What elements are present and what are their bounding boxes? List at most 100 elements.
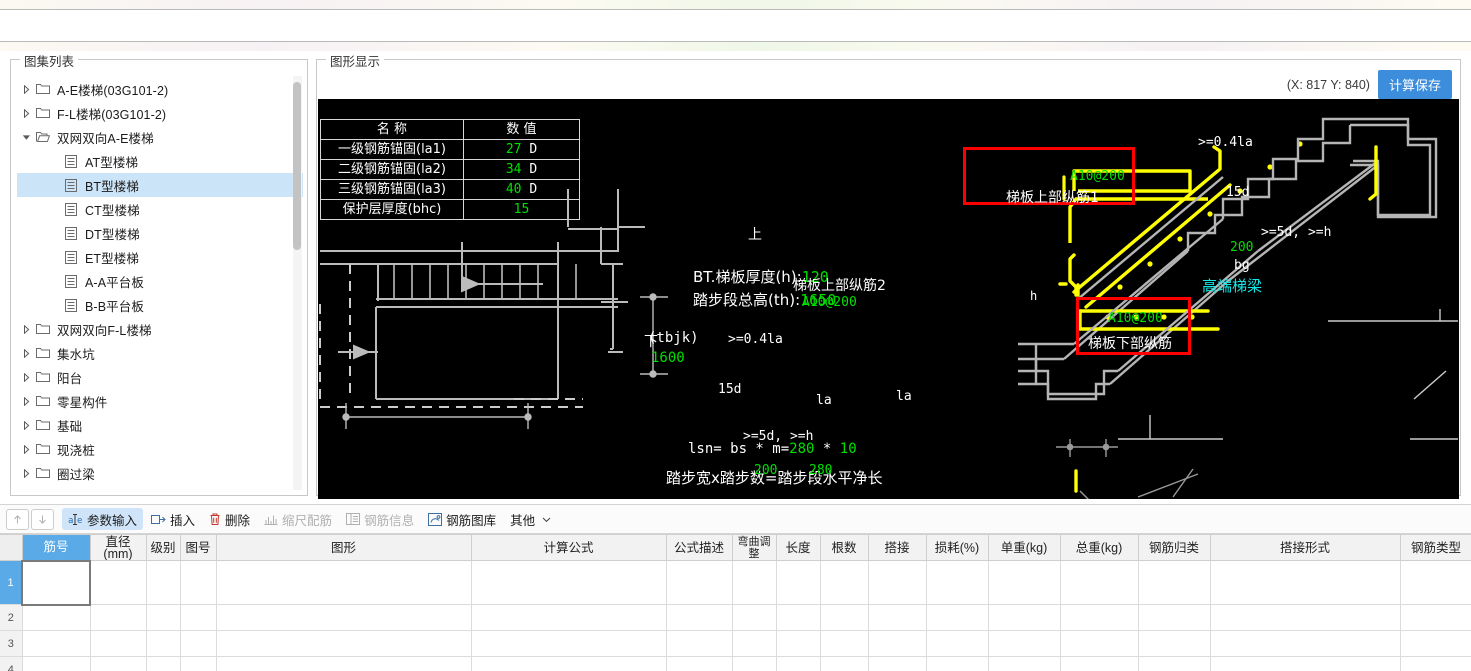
chevron-right-icon[interactable]: [19, 396, 33, 406]
grid-col-header-2[interactable]: 级别: [145, 534, 181, 561]
grid-cell[interactable]: [775, 630, 821, 657]
atlas-tree[interactable]: A-E楼梯(03G101-2) F-L楼梯(03G101-2) 双网双向A-E楼梯 A…: [17, 74, 303, 485]
tree-item-7[interactable]: ET型楼梯: [17, 245, 303, 269]
grid-cell[interactable]: [1209, 630, 1401, 657]
grid-row-number[interactable]: 3: [0, 630, 23, 657]
grid-cell[interactable]: [867, 630, 927, 657]
grid-cell[interactable]: [819, 656, 869, 671]
cad-canvas[interactable]: 名 称 数 值 一级钢筋锚固(la1) 27 D 二级钢筋锚固(la2) 34 …: [318, 99, 1459, 499]
toolbar-rebar-library[interactable]: 钢筋图库: [422, 508, 502, 530]
tree-item-2[interactable]: 双网双向A-E楼梯: [17, 125, 303, 149]
grid-cell[interactable]: [731, 630, 777, 657]
grid-cell[interactable]: [89, 656, 147, 671]
grid-cell[interactable]: [925, 630, 989, 657]
grid-row-number[interactable]: 2: [0, 604, 23, 631]
grid-cell[interactable]: [179, 630, 217, 657]
grid-cell[interactable]: [1399, 630, 1471, 657]
grid-row[interactable]: 3: [0, 630, 1471, 657]
grid-cell[interactable]: [665, 560, 733, 605]
grid-cell[interactable]: [731, 560, 777, 605]
chevron-right-icon[interactable]: [19, 372, 33, 382]
grid-cell[interactable]: [819, 630, 869, 657]
tree-item-10[interactable]: 双网双向F-L楼梯: [17, 317, 303, 341]
tree-item-4[interactable]: BT型楼梯: [17, 173, 303, 197]
grid-cell[interactable]: [215, 604, 472, 631]
tree-item-16[interactable]: 圈过梁: [17, 461, 303, 485]
grid-cell[interactable]: [1209, 656, 1401, 671]
grid-row[interactable]: 4: [0, 656, 1471, 671]
grid-cell[interactable]: [145, 656, 181, 671]
grid-cell[interactable]: [775, 560, 821, 605]
grid-cell[interactable]: [731, 604, 777, 631]
chevron-right-icon[interactable]: [19, 324, 33, 334]
tree-scrollbar-thumb[interactable]: [293, 82, 301, 250]
toolbar-param-input[interactable]: a e 参数输入: [62, 508, 144, 530]
grid-cell[interactable]: [89, 630, 147, 657]
toolbar-others[interactable]: 其他: [504, 508, 557, 530]
grid-cell[interactable]: [731, 656, 777, 671]
grid-cell[interactable]: [1399, 560, 1471, 605]
grid-col-header-6[interactable]: 公式描述: [665, 534, 733, 561]
tree-item-13[interactable]: 零星构件: [17, 389, 303, 413]
grid-col-header-3[interactable]: 图号: [179, 534, 217, 561]
grid-row[interactable]: 1: [0, 559, 1471, 606]
grid-cell[interactable]: [21, 656, 91, 671]
grid-col-header-10[interactable]: 搭接: [867, 534, 927, 561]
grid-cell[interactable]: [925, 604, 989, 631]
tree-item-3[interactable]: AT型楼梯: [17, 149, 303, 173]
tree-item-0[interactable]: A-E楼梯(03G101-2): [17, 77, 303, 101]
grid-cell[interactable]: [987, 630, 1061, 657]
grid-cell[interactable]: [1209, 560, 1401, 605]
grid-col-header-13[interactable]: 总重(kg): [1059, 534, 1139, 561]
grid-cell[interactable]: [1137, 604, 1211, 631]
grid-row-number[interactable]: 4: [0, 656, 23, 671]
chevron-right-icon[interactable]: [19, 348, 33, 358]
tree-item-14[interactable]: 基础: [17, 413, 303, 437]
tree-item-11[interactable]: 集水坑: [17, 341, 303, 365]
grid-cell[interactable]: [470, 630, 667, 657]
grid-cell[interactable]: [215, 630, 472, 657]
grid-cell[interactable]: [1059, 630, 1139, 657]
grid-cell[interactable]: [89, 560, 147, 605]
grid-cell[interactable]: [145, 604, 181, 631]
chevron-right-icon[interactable]: [19, 108, 33, 118]
grid-col-header-5[interactable]: 计算公式: [470, 534, 667, 561]
chevron-right-icon[interactable]: [19, 444, 33, 454]
atlas-tree-scroll-area[interactable]: A-E楼梯(03G101-2) F-L楼梯(03G101-2) 双网双向A-E楼梯 A…: [17, 74, 303, 492]
grid-cell[interactable]: [1209, 604, 1401, 631]
chevron-right-icon[interactable]: [19, 468, 33, 478]
grid-cell[interactable]: [470, 604, 667, 631]
grid-cell[interactable]: [1137, 656, 1211, 671]
tree-scrollbar[interactable]: [293, 76, 302, 490]
grid-cell[interactable]: [987, 604, 1061, 631]
grid-cell[interactable]: [1399, 656, 1471, 671]
grid-col-header-16[interactable]: 钢筋类型: [1399, 534, 1471, 561]
grid-col-header-15[interactable]: 搭接形式: [1209, 534, 1401, 561]
grid-cell[interactable]: [21, 604, 91, 631]
tree-item-8[interactable]: A-A平台板: [17, 269, 303, 293]
chevron-right-icon[interactable]: [19, 84, 33, 94]
tree-item-15[interactable]: 现浇桩: [17, 437, 303, 461]
grid-cell[interactable]: [179, 604, 217, 631]
grid-cell[interactable]: [775, 656, 821, 671]
grid-cell[interactable]: [215, 560, 472, 605]
grid-cell[interactable]: [215, 656, 472, 671]
tree-item-9[interactable]: B-B平台板: [17, 293, 303, 317]
chevron-down-icon[interactable]: [19, 134, 33, 141]
grid-cell[interactable]: [1059, 656, 1139, 671]
grid-cell[interactable]: [1059, 604, 1139, 631]
grid-cell[interactable]: [179, 656, 217, 671]
grid-cell[interactable]: [665, 630, 733, 657]
grid-col-header-7[interactable]: 弯曲调整: [731, 534, 777, 561]
grid-cell[interactable]: [1137, 630, 1211, 657]
grid-col-header-9[interactable]: 根数: [819, 534, 869, 561]
grid-col-header-11[interactable]: 损耗(%): [925, 534, 989, 561]
tree-item-6[interactable]: DT型楼梯: [17, 221, 303, 245]
grid-cell[interactable]: [819, 604, 869, 631]
tree-item-12[interactable]: 阳台: [17, 365, 303, 389]
grid-cell[interactable]: [867, 656, 927, 671]
toolbar-delete[interactable]: 删除: [203, 508, 256, 530]
grid-cell[interactable]: [470, 560, 667, 605]
calculate-save-button[interactable]: 计算保存: [1377, 70, 1452, 99]
grid-cell[interactable]: [89, 604, 147, 631]
